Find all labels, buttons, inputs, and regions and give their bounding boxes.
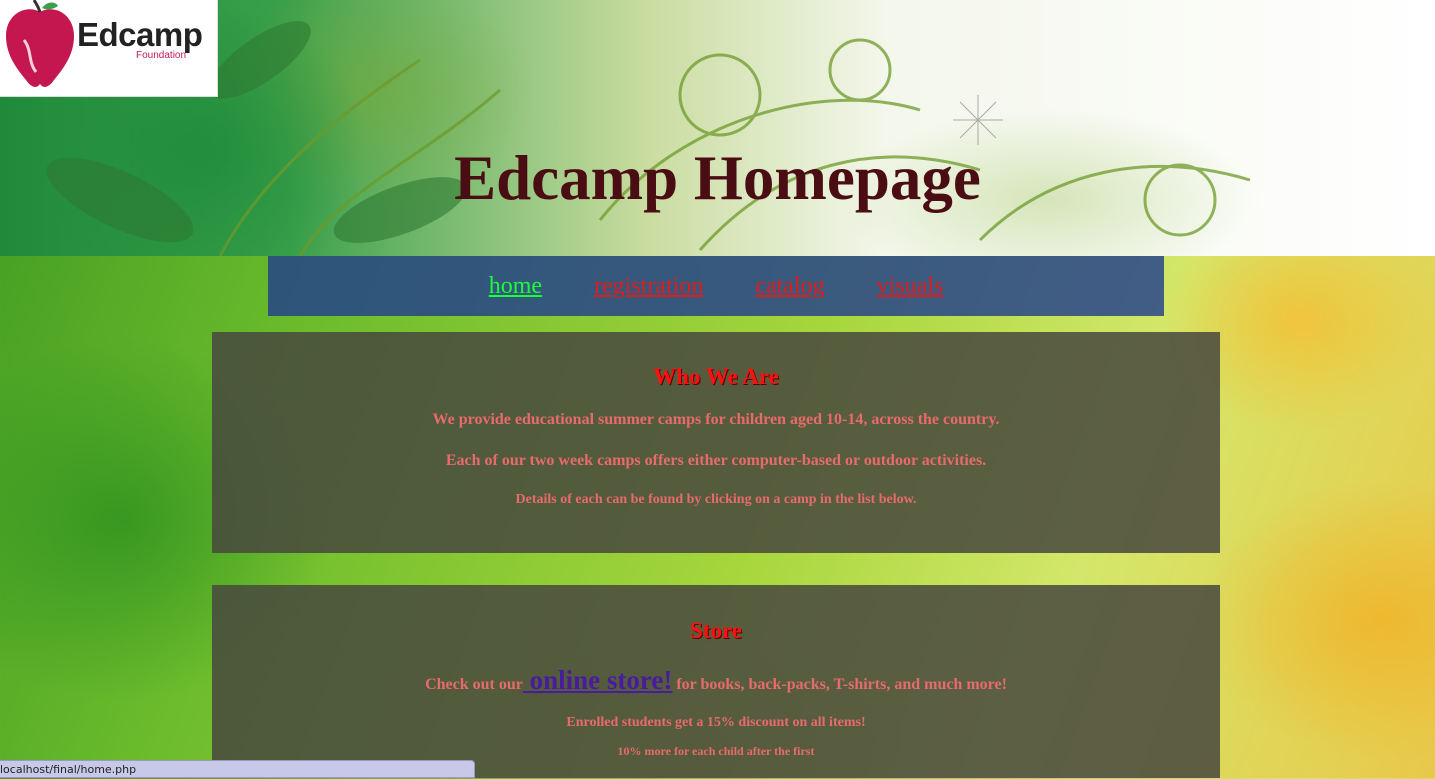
store-discount: Enrolled students get a 15% discount on …	[566, 715, 866, 730]
nav-registration-link[interactable]: registration	[594, 256, 703, 316]
logo-name: Edcamp	[77, 16, 203, 53]
who-we-are-line-3: Details of each can be found by clicking…	[515, 492, 917, 507]
store-intro: Check out our online store! for books, b…	[212, 665, 1220, 696]
nav-visuals-link[interactable]: visuals	[877, 256, 944, 316]
main-nav: home registration catalog visuals	[268, 256, 1164, 316]
status-bar-url: localhost/final/home.php	[0, 760, 475, 778]
logo-subtitle: Foundation	[136, 50, 187, 61]
store-intro-before: Check out our	[425, 676, 523, 693]
who-we-are-line-2: Each of our two week camps offers either…	[445, 452, 987, 469]
apple-icon	[6, 0, 74, 87]
store-extra-discount: 10% more for each child after the first	[617, 744, 815, 758]
who-we-are-line-1: We provide educational summer camps for …	[432, 411, 1000, 428]
logo[interactable]: Edcamp Foundation	[0, 0, 218, 97]
nav-home-link[interactable]: home	[489, 256, 542, 316]
who-we-are-heading: Who We Are	[653, 364, 779, 389]
nav-catalog-link[interactable]: catalog	[755, 256, 824, 316]
who-we-are-panel: Who We Are We provide educational summer…	[212, 332, 1220, 553]
store-intro-after: for books, back-packs, T-shirts, and muc…	[672, 676, 1007, 693]
store-heading: Store	[690, 618, 742, 643]
store-panel: Store Check out our online store! for bo…	[212, 585, 1220, 778]
online-store-link[interactable]: online store!	[523, 665, 673, 695]
page-title: Edcamp Homepage	[454, 143, 981, 213]
header-banner: Edcamp Foundation Edcamp Homepage	[0, 0, 1435, 256]
